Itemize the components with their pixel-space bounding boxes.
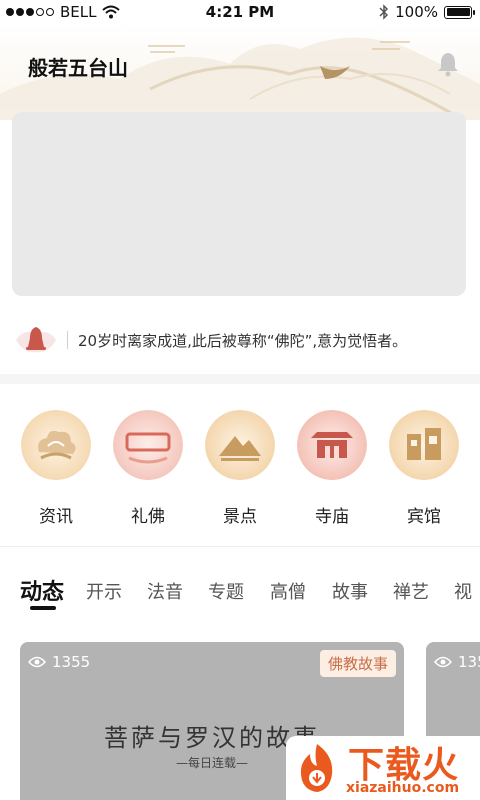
status-right: 100% (379, 3, 475, 21)
battery-icon (444, 5, 475, 19)
tab-teaching[interactable]: 开示 (86, 578, 122, 604)
cloud-lotus-icon (21, 410, 91, 480)
watermark-url: xiazaihuo.com (346, 780, 460, 796)
notice-bar[interactable]: 20岁时离家成道,此后被尊称“佛陀”,意为觉悟者。 (0, 320, 480, 364)
category-scenic[interactable]: 景点 (194, 400, 286, 527)
bluetooth-icon (379, 4, 389, 20)
category-label: 寺庙 (315, 507, 349, 527)
battery-fill (446, 8, 470, 16)
header: 般若五台山 (0, 24, 480, 120)
tab-dynamic[interactable]: 动态 (20, 574, 64, 606)
section-gap (0, 374, 480, 384)
eye-icon (434, 656, 452, 668)
category-label: 资讯 (39, 507, 73, 527)
category-worship[interactable]: 礼佛 (102, 400, 194, 527)
view-count: 135 (434, 653, 480, 671)
view-count-value: 1355 (52, 653, 91, 671)
category-temple[interactable]: 寺庙 (286, 400, 378, 527)
notice-divider (67, 331, 68, 349)
tab-topics[interactable]: 专题 (208, 578, 244, 604)
battery-label: 100% (395, 3, 438, 21)
watermark: 下载火 xiazaihuo.com (286, 736, 480, 800)
status-bar: BELL 4:21 PM 100% (0, 0, 480, 24)
wutaishan-text-icon (113, 410, 183, 480)
eye-icon (28, 656, 46, 668)
divider (0, 546, 480, 547)
tab-monks[interactable]: 高僧 (270, 578, 306, 604)
temple-bell-icon (16, 327, 56, 353)
category-grid: 资讯 礼佛 景点 寺庙 宾馆 (0, 400, 480, 530)
category-hotel[interactable]: 宾馆 (378, 400, 470, 527)
notice-text: 20岁时离家成道,此后被尊称“佛陀”,意为觉悟者。 (78, 332, 408, 350)
bell-icon[interactable] (434, 50, 462, 78)
view-count-value: 135 (458, 653, 480, 671)
fire-logo-icon (300, 744, 333, 792)
category-news[interactable]: 资讯 (10, 400, 102, 527)
hotel-icon (389, 410, 459, 480)
tab-video[interactable]: 视 (454, 578, 472, 604)
mountain-icon (205, 410, 275, 480)
category-label: 礼佛 (131, 507, 165, 527)
tab-dharma-audio[interactable]: 法音 (147, 578, 183, 604)
app-title: 般若五台山 (28, 56, 128, 80)
tab-indicator (30, 606, 56, 610)
category-label: 景点 (223, 507, 257, 527)
temple-icon (297, 410, 367, 480)
category-badge: 佛教故事 (319, 650, 396, 677)
category-label: 宾馆 (407, 507, 441, 527)
view-count: 1355 (28, 653, 90, 671)
tab-zen-art[interactable]: 禅艺 (393, 578, 429, 604)
tab-stories[interactable]: 故事 (332, 578, 368, 604)
banner-carousel[interactable] (12, 112, 466, 296)
content-tabs: 动态 开示 法音 专题 高僧 故事 禅艺 视 (0, 572, 480, 612)
